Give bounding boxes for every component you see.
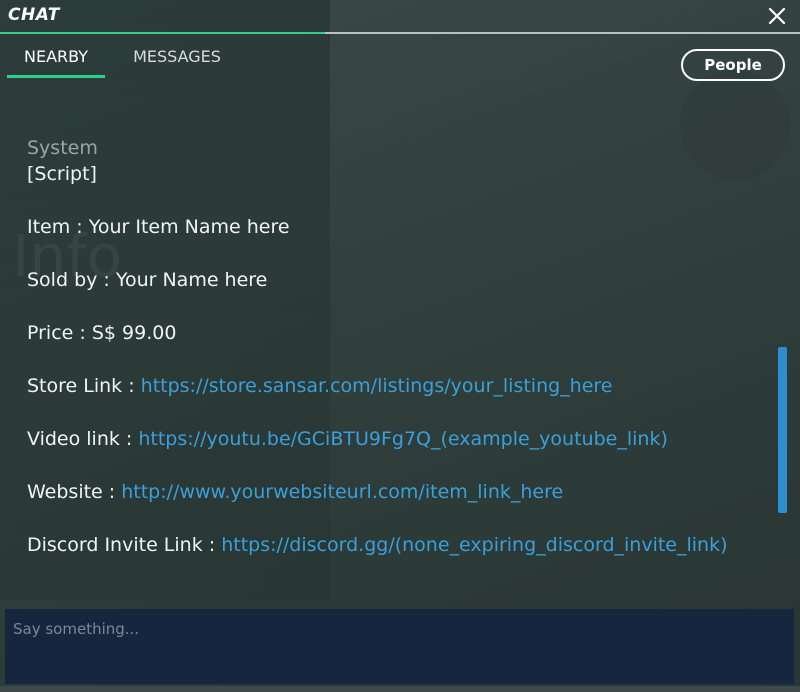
title-divider-accent xyxy=(0,32,325,34)
message-line-label: Price : xyxy=(27,322,92,344)
message-line-price: Price : S$ 99.00 xyxy=(27,320,772,346)
message-line-store-link: Store Link : https://store.sansar.com/li… xyxy=(27,373,772,399)
title-bar: CHAT xyxy=(0,0,800,32)
message-sender: System xyxy=(27,137,98,159)
message-list[interactable]: System [Script] Item : Your Item Name he… xyxy=(27,135,772,605)
message-line-video-link: Video link : https://youtu.be/GCiBTU9Fg7… xyxy=(27,426,772,452)
window-title: CHAT xyxy=(8,5,60,25)
message-line-script: [Script] xyxy=(27,161,772,187)
message-line-label: Sold by : xyxy=(27,269,116,291)
store-link[interactable]: https://store.sansar.com/listings/your_l… xyxy=(141,375,613,397)
message-line-website: Website : http://www.yourwebsiteurl.com/… xyxy=(27,479,772,505)
close-icon xyxy=(768,7,786,25)
video-link[interactable]: https://youtu.be/GCiBTU9Fg7Q_(example_yo… xyxy=(138,428,668,450)
message-line-sold-by: Sold by : Your Name here xyxy=(27,267,772,293)
message-line-label: Website : xyxy=(27,481,122,503)
message-line-item: Item : Your Item Name here xyxy=(27,214,772,240)
bottom-strip xyxy=(0,686,800,692)
message-line-label: Store Link : xyxy=(27,375,141,397)
message-line-label: [Script] xyxy=(27,163,97,185)
message-line-label: Discord Invite Link : xyxy=(27,534,222,556)
chat-input-placeholder: Say something... xyxy=(13,620,140,638)
message-line-value: S$ 99.00 xyxy=(91,322,177,344)
message-line-discord: Discord Invite Link : https://discord.gg… xyxy=(27,532,772,558)
message-line-value: Your Name here xyxy=(115,269,268,291)
message-line-label: Item : xyxy=(27,216,89,238)
title-divider xyxy=(0,32,800,34)
discord-link[interactable]: https://discord.gg/(none_expiring_discor… xyxy=(221,534,727,556)
message-scrollbar[interactable] xyxy=(778,347,787,513)
tab-nearby[interactable]: NEARBY xyxy=(7,40,105,78)
website-link[interactable]: http://www.yourwebsiteurl.com/item_link_… xyxy=(121,481,563,503)
chat-input[interactable]: Say something... xyxy=(5,609,794,684)
close-button[interactable] xyxy=(766,5,788,27)
people-button[interactable]: People xyxy=(681,49,785,81)
message-line-value: Your Item Name here xyxy=(88,216,290,238)
message-line-label: Video link : xyxy=(27,428,139,450)
tab-messages[interactable]: MESSAGES xyxy=(119,40,235,78)
chat-window: r Info CHAT NEARBY MESSAGES People Syste… xyxy=(0,0,800,692)
